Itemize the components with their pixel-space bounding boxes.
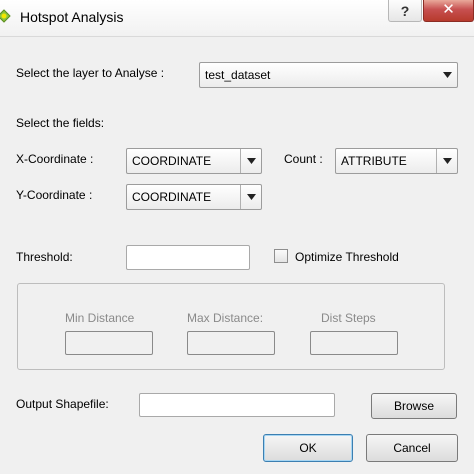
max-distance-label: Max Distance: [187,311,264,325]
ok-button-label: OK [299,441,317,455]
help-button[interactable]: ? [388,0,422,22]
browse-button[interactable]: Browse [371,393,457,419]
window-title: Hotspot Analysis [20,9,124,25]
x-coordinate-value: COORDINATE [132,154,212,168]
help-icon: ? [400,3,410,19]
chevron-down-icon [436,149,457,173]
count-value: ATTRIBUTE [341,154,407,168]
fields-section-label: Select the fields: [16,116,105,130]
distance-groupbox [17,283,445,370]
y-coordinate-value: COORDINATE [132,190,212,204]
optimize-threshold-label: Optimize Threshold [295,250,399,264]
cancel-button[interactable]: Cancel [366,434,458,462]
hotspot-analysis-dialog: Hotspot Analysis ? ✕ Select the layer to… [0,0,474,474]
dist-steps-label: Dist Steps [321,311,376,325]
layer-label: Select the layer to Analyse : [16,66,165,80]
close-icon: ✕ [442,1,455,18]
threshold-label: Threshold: [16,250,73,264]
dist-steps-input[interactable] [310,331,398,355]
count-combo[interactable]: ATTRIBUTE [335,148,458,174]
browse-button-label: Browse [393,399,434,413]
chevron-down-icon [240,185,261,209]
close-button[interactable]: ✕ [423,0,474,22]
count-label: Count : [284,152,323,166]
x-coordinate-label: X-Coordinate : [16,152,94,166]
max-distance-input[interactable] [187,331,275,355]
min-distance-label: Min Distance [65,311,135,325]
x-coordinate-combo[interactable]: COORDINATE [126,148,262,174]
output-shapefile-input[interactable] [139,393,335,417]
chevron-down-icon [240,149,261,173]
chevron-down-icon [437,63,457,87]
threshold-input[interactable] [126,245,250,270]
layer-combo-value: test_dataset [205,68,271,82]
qgis-icon [0,8,12,24]
cancel-button-label: Cancel [393,441,431,455]
min-distance-input[interactable] [65,331,153,355]
ok-button[interactable]: OK [263,434,353,462]
optimize-threshold-checkbox[interactable] [274,249,288,263]
output-shapefile-label: Output Shapefile: [16,397,109,411]
title-bar: Hotspot Analysis ? ✕ [0,0,474,37]
y-coordinate-combo[interactable]: COORDINATE [126,184,262,210]
y-coordinate-label: Y-Coordinate : [16,188,93,202]
layer-combo[interactable]: test_dataset [199,62,458,88]
